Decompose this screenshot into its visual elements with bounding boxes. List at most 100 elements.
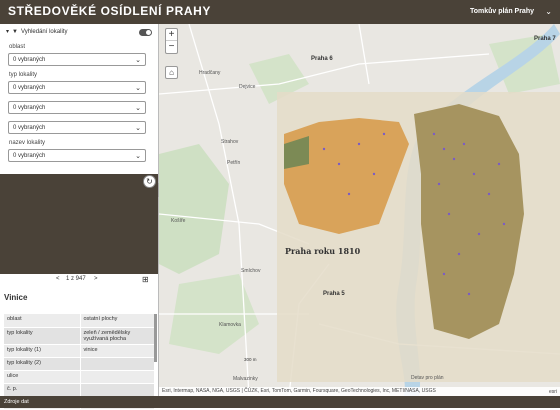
home-icon[interactable]: ⌂ — [165, 66, 178, 79]
map-label-klamovka: Klamovka — [219, 322, 241, 328]
prev-page-button[interactable]: < — [56, 276, 60, 282]
map-label-praha6: Praha 6 — [311, 56, 333, 62]
sidebar: ▾ ▼ Vyhledání lokality oblast 0 vybranýc… — [0, 24, 159, 410]
data-sources-link[interactable]: Zdroje dat — [4, 399, 29, 405]
table-row: ulice — [4, 370, 154, 384]
site-point[interactable] — [432, 132, 436, 136]
field-label-nazev: nazev lokality — [9, 140, 46, 146]
attr-key: oblast — [4, 314, 81, 328]
results-scrollbar[interactable] — [154, 314, 157, 362]
typ-lokality-select[interactable]: 0 vybraných ⌄ — [8, 81, 146, 94]
table-row: č. p. — [4, 383, 154, 397]
attr-key: typ lokality (1) — [4, 344, 81, 358]
site-point[interactable] — [477, 232, 481, 236]
map-label-dejvice: Dejvice — [239, 84, 256, 90]
table-row: oblast ostatní plochy — [4, 314, 154, 328]
site-point[interactable] — [467, 292, 471, 296]
chevron-down-icon: ⌄ — [135, 57, 141, 64]
attr-value — [80, 383, 154, 397]
site-point[interactable] — [442, 147, 446, 151]
site-point[interactable] — [372, 172, 376, 176]
site-point[interactable] — [437, 182, 441, 186]
field-label-typ: typ lokality — [9, 72, 38, 78]
chevron-down-icon: ⌄ — [135, 85, 141, 92]
site-point[interactable] — [487, 192, 491, 196]
attr-value — [80, 357, 154, 371]
app-title: STŘEDOVĚKÉ OSÍDLENÍ PRAHY — [8, 4, 212, 18]
basemap[interactable] — [159, 24, 560, 396]
map-label-malvazinky: Malvazinky — [233, 376, 258, 382]
chevron-down-icon[interactable]: ⌄ — [545, 7, 552, 16]
map-label-petrin: Petřín — [227, 160, 241, 166]
filter-heading[interactable]: ▾ ▼ Vyhledání lokality — [6, 28, 68, 36]
attr-value: zeleň / zemědělsky využívaná plocha — [80, 327, 154, 345]
grid-view-icon[interactable]: ⊞ — [142, 275, 149, 284]
filter-panel: ▾ ▼ Vyhledání lokality oblast 0 vybranýc… — [0, 24, 158, 174]
site-point[interactable] — [347, 192, 351, 196]
zoom-out-button[interactable]: − — [166, 41, 177, 53]
footer-bar: Zdroje dat — [0, 396, 560, 408]
site-point[interactable] — [447, 212, 451, 216]
chevron-down-icon: ⌄ — [135, 125, 141, 132]
site-point[interactable] — [462, 142, 466, 146]
app-header: STŘEDOVĚKÉ OSÍDLENÍ PRAHY Tomkův plán Pr… — [0, 0, 560, 24]
zoom-control: + − — [165, 28, 178, 54]
nazev-lokality-select[interactable]: 0 vybraných ⌄ — [8, 149, 146, 162]
attr-key: č. p. — [4, 383, 81, 397]
map-label-note: Detav pro plán — [411, 375, 444, 381]
site-point[interactable] — [337, 162, 341, 166]
filter-icon: ▼ — [12, 28, 18, 35]
pager: < 1 z 947 > ⊞ — [0, 275, 158, 286]
results-panel: < 1 z 947 > ⊞ Vinice oblast ostatní ploch… — [0, 274, 158, 410]
site-point[interactable] — [382, 132, 386, 136]
site-point[interactable] — [452, 157, 456, 161]
oblast-select-value: 0 vybraných — [13, 57, 46, 63]
table-row: typ lokality zeleň / zemědělsky využívaná… — [4, 327, 154, 345]
map-attribution: Esri, Intermap, NASA, NGA, USGS | ČÚZK, … — [159, 387, 560, 396]
zoom-in-button[interactable]: + — [166, 29, 177, 41]
filter-toggle[interactable] — [139, 29, 152, 36]
chevron-down-icon: ⌄ — [135, 153, 141, 160]
map-label-kosire: Košíře — [171, 218, 186, 224]
record-title: Vinice — [4, 293, 28, 302]
map-label-praha5: Praha 5 — [323, 291, 345, 297]
nazev-select-value: 0 vybraných — [13, 153, 46, 159]
attr-key: ulice — [4, 370, 81, 384]
site-point[interactable] — [357, 142, 361, 146]
site-point[interactable] — [502, 222, 506, 226]
panel-divider — [0, 174, 158, 274]
site-point[interactable] — [457, 252, 461, 256]
site-point[interactable] — [497, 162, 501, 166]
next-page-button[interactable]: > — [94, 276, 98, 282]
site-point[interactable] — [472, 172, 476, 176]
scale-bar: 300 m — [244, 357, 257, 362]
typ-select-value: 0 vybraných — [13, 85, 46, 91]
oblast-select[interactable]: 0 vybraných ⌄ — [8, 53, 146, 66]
map-label-hradcany: Hradčany — [199, 70, 221, 76]
map-label-praha7: Praha 7 — [534, 36, 556, 42]
typ2-select-value: 0 vybraných — [13, 125, 46, 131]
typ-lokality-2-select[interactable]: 0 vybraných ⌄ — [8, 121, 146, 134]
site-point[interactable] — [442, 272, 446, 276]
map-view[interactable]: + − ⌂ Praha 6 Praha 7 Praha 5 Praha roku… — [159, 24, 560, 396]
table-row: typ lokality (2) — [4, 357, 154, 371]
esri-logo: esri — [548, 389, 557, 395]
attr-value — [80, 370, 154, 384]
attr-key: typ lokality (2) — [4, 357, 81, 371]
map-label-strahov: Strahov — [221, 139, 239, 145]
field-label-oblast: oblast — [9, 44, 26, 50]
attribution-text: Esri, Intermap, NASA, NGA, USGS | ČÚZK, … — [162, 388, 436, 394]
map-label-praha-roku: Praha roku 1810 — [285, 246, 361, 256]
chevron-down-icon[interactable]: ▾ — [6, 28, 9, 35]
map-label-smichov: Smíchov — [241, 268, 261, 274]
filter-heading-label: Vyhledání lokality — [20, 28, 68, 35]
refresh-icon[interactable]: ↻ — [143, 175, 156, 188]
site-point[interactable] — [322, 147, 326, 151]
page-count: 1 z 947 — [66, 276, 86, 282]
attr-value: ostatní plochy — [80, 314, 154, 328]
plan-link[interactable]: Tomkův plán Prahy — [470, 8, 534, 15]
chevron-down-icon: ⌄ — [135, 105, 141, 112]
typ1-select-value: 0 vybraných — [13, 105, 46, 111]
attr-key: typ lokality — [4, 327, 81, 345]
typ-lokality-1-select[interactable]: 0 vybraných ⌄ — [8, 101, 146, 114]
